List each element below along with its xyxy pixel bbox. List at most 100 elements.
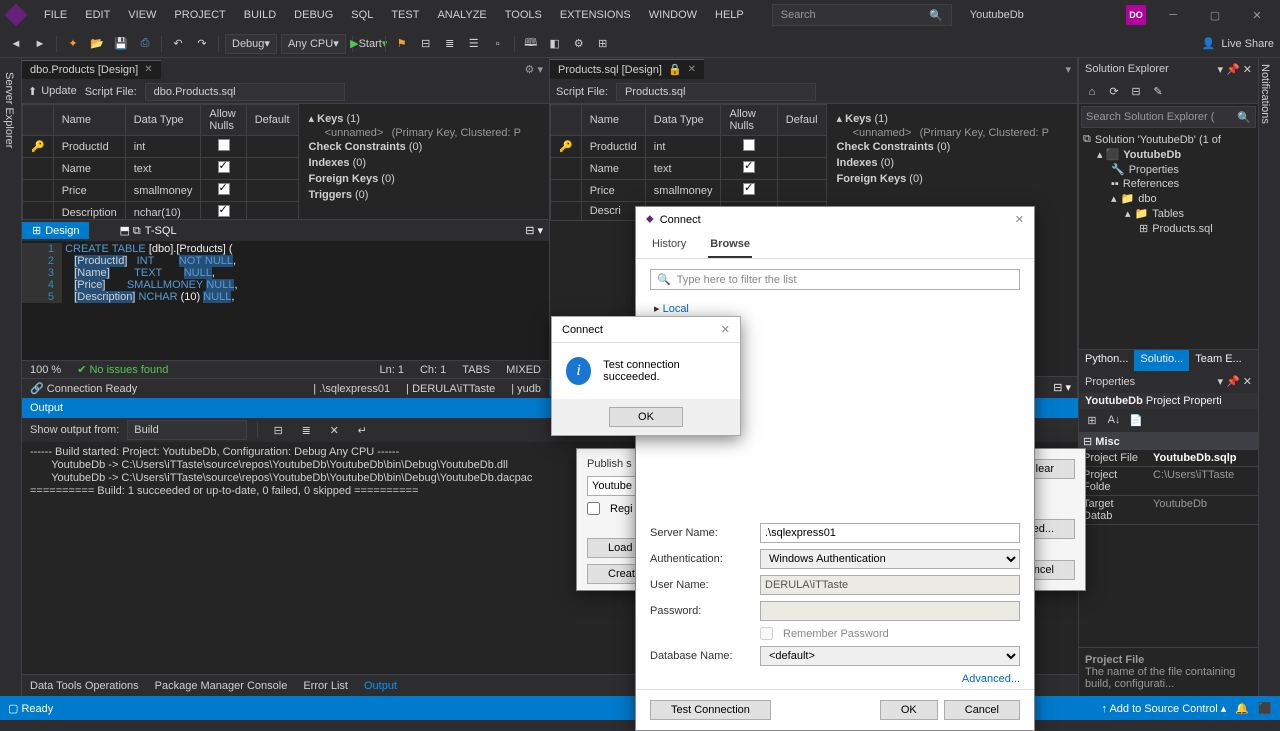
split-icon[interactable]: ⊟ ▾ xyxy=(1047,381,1077,394)
close-icon[interactable]: ✕ xyxy=(1015,213,1024,226)
triggers-section[interactable]: Triggers (0) xyxy=(309,187,539,203)
tab-output[interactable]: Output xyxy=(364,680,397,692)
tb-icon-3[interactable]: ≣ xyxy=(440,34,460,54)
cancel-button[interactable]: Cancel xyxy=(944,700,1020,720)
ok-button[interactable]: OK xyxy=(880,700,938,720)
close-icon[interactable]: ✕ xyxy=(721,323,730,336)
prop-az-icon[interactable]: A↓ xyxy=(1105,411,1123,429)
menu-tools[interactable]: TOOLS xyxy=(497,5,550,25)
table-row[interactable]: Pricesmallmoney xyxy=(551,180,827,202)
close-icon[interactable]: ✕ xyxy=(688,64,696,75)
doc-tab-dbo-products[interactable]: dbo.Products [Design]✕ xyxy=(22,60,161,79)
search-box[interactable]: Search🔍 xyxy=(772,4,952,26)
output-tb-3[interactable]: ✕ xyxy=(324,420,344,440)
live-share-button[interactable]: 👤 Live Share xyxy=(1202,37,1274,50)
menu-edit[interactable]: EDIT xyxy=(77,5,118,25)
script-file-dropdown[interactable]: Products.sql xyxy=(616,83,816,101)
solution-explorer-header[interactable]: Solution Explorer▾ 📌 ✕ xyxy=(1079,58,1258,80)
prop-row[interactable]: Project FileYoutubeDb.sqlp xyxy=(1079,450,1258,467)
save-icon[interactable]: 💾 xyxy=(111,34,131,54)
tree-local[interactable]: ▸ Local xyxy=(650,300,1020,317)
key-item[interactable]: <unnamed> (Primary Key, Clustered: P xyxy=(309,127,539,139)
open-icon[interactable]: 📂 xyxy=(87,34,107,54)
new-project-icon[interactable]: ✦ xyxy=(63,34,83,54)
output-tb-2[interactable]: ≣ xyxy=(296,420,316,440)
menu-extensions[interactable]: EXTENSIONS xyxy=(552,5,639,25)
nav-fwd-icon[interactable]: ► xyxy=(30,34,50,54)
menu-sql[interactable]: SQL xyxy=(343,5,381,25)
menu-project[interactable]: PROJECT xyxy=(166,5,233,25)
menu-view[interactable]: VIEW xyxy=(120,5,164,25)
indexes-section[interactable]: Indexes (0) xyxy=(309,155,539,171)
database-dropdown[interactable]: <default> xyxy=(760,646,1020,666)
design-tab[interactable]: ⊞ Design xyxy=(22,222,89,239)
tab-error-list[interactable]: Error List xyxy=(303,680,348,692)
prop-row[interactable]: Project FoldeC:\Users\iTTaste xyxy=(1079,467,1258,496)
tree-properties[interactable]: 🔧 Properties xyxy=(1083,162,1254,177)
doc-settings-icon[interactable]: ⚙ ▾ xyxy=(519,63,549,76)
properties-object[interactable]: YoutubeDb Project Properti xyxy=(1079,393,1258,409)
tsql-tab[interactable]: ⬒ ⧉ T-SQL xyxy=(109,222,186,240)
keys-section[interactable]: ▴ Keys (1) xyxy=(309,110,539,127)
sidebar-tab-server-explorer[interactable]: Server Explorer xyxy=(0,64,18,696)
tb-icon-7[interactable]: ◧ xyxy=(545,34,565,54)
menu-help[interactable]: HELP xyxy=(707,5,752,25)
browse-tab[interactable]: Browse xyxy=(708,232,752,258)
test-connection-button[interactable]: Test Connection xyxy=(650,700,771,720)
close-button[interactable]: ✕ xyxy=(1242,5,1272,25)
tab-data-tools[interactable]: Data Tools Operations xyxy=(30,680,139,692)
tb-icon-2[interactable]: ⊟ xyxy=(416,34,436,54)
notifications-tab[interactable]: Notifications xyxy=(1258,58,1280,696)
fk-section[interactable]: Foreign Keys (0) xyxy=(309,171,539,187)
sol-tb-3[interactable]: ⊟ xyxy=(1127,83,1145,101)
tb-icon-5[interactable]: ▫ xyxy=(488,34,508,54)
doc-dropdown-icon[interactable]: ▾ xyxy=(1059,63,1077,76)
redo-icon[interactable]: ↷ xyxy=(192,34,212,54)
script-file-dropdown[interactable]: dbo.Products.sql xyxy=(145,83,345,101)
server-name-input[interactable] xyxy=(760,523,1020,543)
filter-input[interactable]: 🔍Type here to filter the list xyxy=(650,269,1020,290)
tree-references[interactable]: ▪▪ References xyxy=(1083,177,1254,191)
output-tb-1[interactable]: ⊟ xyxy=(268,420,288,440)
sql-editor[interactable]: 1 CREATE TABLE [dbo].[Products] ( 2 [Pro… xyxy=(22,241,549,360)
undo-icon[interactable]: ↶ xyxy=(168,34,188,54)
properties-header[interactable]: Properties▾ 📌 ✕ xyxy=(1079,371,1258,393)
save-all-icon[interactable]: ⎙ xyxy=(135,34,155,54)
right-tab-solution[interactable]: Solutio... xyxy=(1134,350,1189,371)
output-tb-4[interactable]: ↵ xyxy=(352,420,372,440)
tb-icon-1[interactable]: ⚑ xyxy=(392,34,412,54)
menu-window[interactable]: WINDOW xyxy=(641,5,705,25)
tab-pmc[interactable]: Package Manager Console xyxy=(155,680,288,692)
tree-project[interactable]: ▴ ⬛ YoutubeDb xyxy=(1083,147,1254,162)
ok-button[interactable]: OK xyxy=(609,407,683,427)
table-row[interactable]: Descriptionnchar(10) xyxy=(23,202,299,220)
menu-test[interactable]: TEST xyxy=(383,5,427,25)
sol-tb-2[interactable]: ⟳ xyxy=(1105,83,1123,101)
history-tab[interactable]: History xyxy=(650,232,688,258)
close-icon[interactable]: ✕ xyxy=(144,64,152,75)
table-row[interactable]: Pricesmallmoney xyxy=(23,180,299,202)
output-source-dropdown[interactable]: Build xyxy=(127,420,247,440)
minimize-button[interactable]: ─ xyxy=(1158,5,1188,25)
sol-tb-4[interactable]: ✎ xyxy=(1149,83,1167,101)
menu-file[interactable]: FILE xyxy=(36,5,75,25)
nav-back-icon[interactable]: ◄ xyxy=(6,34,26,54)
right-tab-python[interactable]: Python... xyxy=(1079,350,1134,371)
prop-category[interactable]: ⊟ Misc xyxy=(1079,433,1258,450)
columns-grid[interactable]: NameData TypeAllow NullsDefault 🔑Product… xyxy=(22,104,299,219)
startup-project[interactable]: YoutubeDb xyxy=(960,7,1034,23)
tb-icon-6[interactable]: 🕮 xyxy=(521,34,541,54)
config-dropdown[interactable]: Debug ▾ xyxy=(225,34,277,54)
menu-analyze[interactable]: ANALYZE xyxy=(429,5,494,25)
update-button[interactable]: ⬆Update xyxy=(28,85,77,98)
user-badge[interactable]: DO xyxy=(1126,5,1146,25)
auth-dropdown[interactable]: Windows Authentication xyxy=(760,549,1020,569)
solution-search[interactable]: Search Solution Explorer (🔍 xyxy=(1081,106,1256,128)
tb-icon-8[interactable]: ⚙ xyxy=(569,34,589,54)
doc-tab-products-sql[interactable]: Products.sql [Design]🔒✕ xyxy=(550,59,704,79)
maximize-button[interactable]: ▢ xyxy=(1200,5,1230,25)
prop-cat-icon[interactable]: ⊞ xyxy=(1083,411,1101,429)
right-tab-team[interactable]: Team E... xyxy=(1189,350,1247,371)
start-button[interactable]: ▶ Start ▾ xyxy=(359,34,379,54)
menu-build[interactable]: BUILD xyxy=(236,5,284,25)
